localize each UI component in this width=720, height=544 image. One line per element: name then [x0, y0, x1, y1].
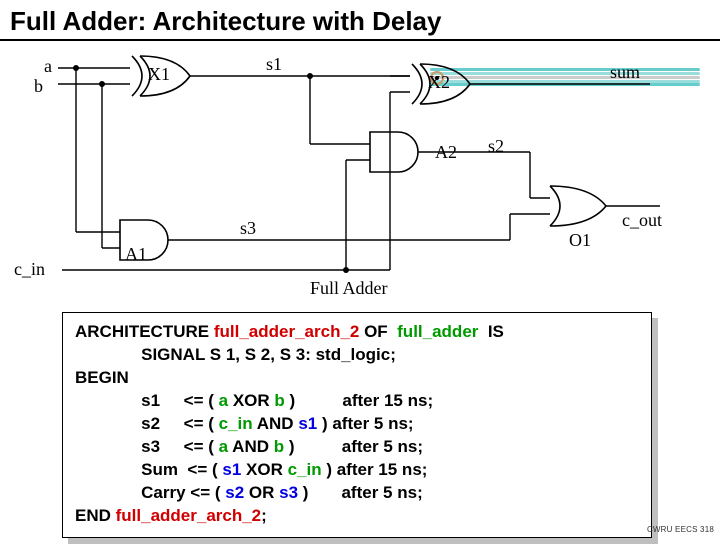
vhdl-code: ARCHITECTURE full_adder_arch_2 OF full_a… — [62, 312, 652, 538]
label-cin: c_in — [14, 259, 45, 279]
gate-x2-label: X2 — [428, 72, 450, 92]
full-adder-schematic: a b c_in X1 s1 X2 sum — [10, 50, 690, 300]
label-s2: s2 — [488, 136, 504, 156]
gate-o1 — [550, 186, 606, 226]
label-sum: sum — [610, 62, 640, 82]
gate-o1-label: O1 — [569, 230, 591, 250]
vhdl-code-box: ARCHITECTURE full_adder_arch_2 OF full_a… — [62, 312, 652, 538]
label-s3: s3 — [240, 218, 256, 238]
label-b: b — [34, 76, 43, 96]
slide-title: Full Adder: Architecture with Delay — [0, 0, 720, 41]
label-cout: c_out — [622, 210, 662, 230]
label-s1: s1 — [266, 54, 282, 74]
gate-x1-label: X1 — [148, 64, 170, 84]
schematic-caption: Full Adder — [310, 278, 388, 298]
gate-a2 — [370, 132, 418, 172]
footer-credit: CWRU EECS 318 — [647, 525, 714, 534]
label-a: a — [44, 56, 52, 76]
gate-a1-label: A1 — [125, 244, 147, 264]
